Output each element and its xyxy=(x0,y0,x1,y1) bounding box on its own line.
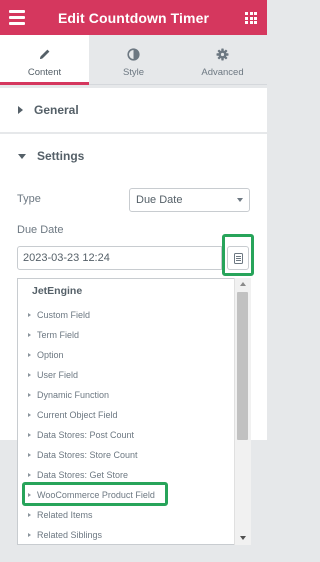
pencil-icon xyxy=(0,46,89,62)
tab-style[interactable]: Style xyxy=(89,35,178,85)
woocommerce-highlight xyxy=(22,482,168,506)
grid-icon[interactable] xyxy=(245,12,257,24)
list-item[interactable]: Current Object Field xyxy=(28,410,118,420)
scroll-up-icon[interactable] xyxy=(240,282,246,286)
tab-advanced[interactable]: Advanced xyxy=(178,35,267,85)
panel-tabs: Content Style Advanced xyxy=(0,35,267,85)
general-section-toggle[interactable]: General xyxy=(0,88,267,132)
list-item[interactable]: Related Items xyxy=(28,510,93,520)
list-item[interactable]: Data Stores: Get Store xyxy=(28,470,128,480)
calendar-highlight xyxy=(222,234,254,276)
dropdown-group-title: JetEngine xyxy=(32,285,83,297)
tab-advanced-label: Advanced xyxy=(201,67,244,78)
settings-section-toggle[interactable]: Settings xyxy=(0,134,267,178)
list-item[interactable]: User Field xyxy=(28,370,78,380)
panel-title: Edit Countdown Timer xyxy=(57,9,210,26)
dropdown-scrollbar[interactable] xyxy=(234,278,251,545)
general-section-title: General xyxy=(34,103,79,117)
settings-section-title: Settings xyxy=(37,149,85,163)
editor-header: Edit Countdown Timer xyxy=(0,0,267,35)
hamburger-icon[interactable] xyxy=(9,10,25,25)
chevron-down-icon xyxy=(237,198,243,202)
list-item[interactable]: Option xyxy=(28,350,64,360)
tab-content-label: Content xyxy=(27,67,62,78)
general-section: General xyxy=(0,88,267,132)
caret-right-icon xyxy=(18,106,23,114)
list-item[interactable]: Related Siblings xyxy=(28,530,102,540)
scroll-down-icon[interactable] xyxy=(240,536,246,540)
tab-style-label: Style xyxy=(122,67,145,78)
due-date-input[interactable]: 2023-03-23 12:24 xyxy=(17,246,222,270)
due-date-label: Due Date xyxy=(17,224,64,236)
gear-icon xyxy=(178,46,267,62)
list-item[interactable]: Data Stores: Store Count xyxy=(28,450,138,460)
type-select[interactable]: Due Date xyxy=(129,188,250,212)
scroll-thumb[interactable] xyxy=(237,292,248,440)
type-select-value: Due Date xyxy=(136,194,183,206)
list-item[interactable]: Custom Field xyxy=(28,310,90,320)
type-label: Type xyxy=(17,193,41,205)
caret-down-icon xyxy=(18,153,26,159)
list-item[interactable]: Data Stores: Post Count xyxy=(28,430,134,440)
half-circle-icon xyxy=(89,46,178,62)
list-item[interactable]: Dynamic Function xyxy=(28,390,109,400)
list-item[interactable]: Term Field xyxy=(28,330,79,340)
tab-content[interactable]: Content xyxy=(0,35,89,85)
